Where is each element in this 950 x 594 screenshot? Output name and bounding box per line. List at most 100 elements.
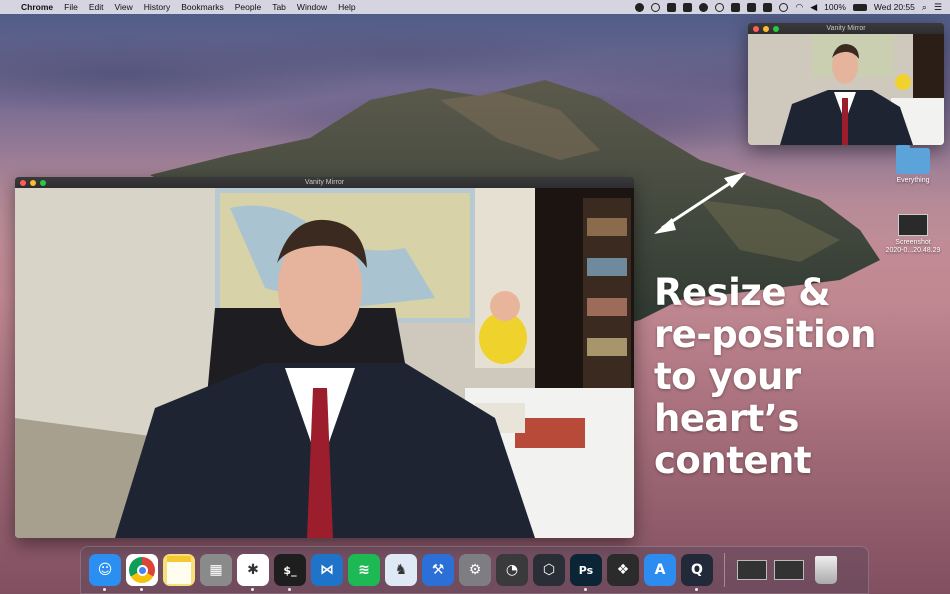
dock-app-transmit[interactable]: ♞ (385, 554, 417, 586)
dock-app-quicktime[interactable]: Q (681, 554, 713, 591)
running-indicator (251, 588, 254, 591)
dock-item-vanity-mirror[interactable] (736, 554, 768, 586)
dock-app-finder[interactable]: ☺ (89, 554, 121, 591)
running-indicator (103, 588, 106, 591)
running-indicator (695, 588, 698, 591)
dock-app-spotify[interactable]: ≋ (348, 554, 380, 586)
status-k-icon[interactable] (747, 2, 757, 12)
dock-app-system-preferences[interactable]: ⚙ (459, 554, 491, 586)
dropbox-icon[interactable] (667, 2, 677, 12)
mini-window-title: Vanity Mirror (826, 25, 866, 32)
screen-thumb-icon (774, 560, 804, 580)
dock-item-trash[interactable] (810, 554, 842, 586)
dock-app-instruments[interactable]: ◔ (496, 554, 528, 586)
app-store-icon: A (654, 562, 666, 578)
status-app-icon[interactable] (635, 2, 645, 12)
desktop-item-sublabel: 2020-0...20.48.29 (885, 247, 941, 254)
desktop-item-screenshot[interactable]: Screenshot 2020-0...20.48.29 (877, 214, 949, 255)
dock-app-sketch-tool[interactable]: ⬡ (533, 554, 565, 586)
desktop-item-label: Screenshot (895, 239, 931, 246)
menu-view[interactable]: View (114, 2, 132, 12)
dock-app-photoshop[interactable]: Ps (570, 554, 602, 591)
clock[interactable]: Wed 20:55 (874, 2, 915, 12)
dock-app-xcode[interactable]: ⚒ (422, 554, 454, 586)
chess-knight-icon: ♞ (394, 562, 408, 578)
folder-icon (896, 145, 930, 174)
menu-history[interactable]: History (144, 2, 170, 12)
status-contrast-icon[interactable] (715, 2, 725, 12)
desktop-item-label: Everything (896, 177, 930, 184)
chrome-icon (129, 557, 155, 583)
airplay-icon[interactable] (763, 2, 773, 12)
menu-file[interactable]: File (64, 2, 78, 12)
status-circle-icon[interactable] (651, 2, 661, 12)
calculator-icon: ▦ (209, 562, 223, 578)
headline-line-1: Resize & (654, 271, 831, 314)
camera-image (15, 188, 634, 538)
dock-app-app-store[interactable]: A (644, 554, 676, 586)
running-indicator (140, 588, 143, 591)
headline-line-2: re-position (654, 313, 876, 356)
camera-feed (15, 188, 634, 538)
dock-app-chrome[interactable] (126, 554, 158, 591)
control-center-icon[interactable]: ☰ (934, 2, 942, 13)
mini-window-titlebar[interactable]: Vanity Mirror (748, 23, 944, 34)
dock-item-screen-thumb[interactable] (773, 554, 805, 586)
menu-bookmarks[interactable]: Bookmarks (181, 2, 224, 12)
running-indicator (584, 588, 587, 591)
dock-app-slack[interactable]: ✱ (237, 554, 269, 591)
dock: ☺ ▦ ✱ $_ ⋈ ≋ ♞ ⚒ ⚙ ◔ ⬡ Ps ❖ A Q (80, 546, 869, 594)
status-upload-icon[interactable] (731, 2, 741, 12)
dock-app-figma[interactable]: ❖ (607, 554, 639, 586)
gauge-icon: ◔ (505, 562, 519, 578)
wifi-icon[interactable]: ◠ (795, 2, 803, 13)
status-sync-icon[interactable] (779, 2, 789, 12)
status-shield-icon[interactable] (683, 2, 693, 12)
slack-icon: ✱ (247, 562, 259, 578)
battery-icon[interactable] (852, 3, 867, 11)
status-leaf-icon[interactable] (699, 2, 709, 12)
headline-line-4: content (654, 439, 812, 482)
menu-tab[interactable]: Tab (272, 2, 286, 12)
menu-app-name[interactable]: Chrome (21, 2, 53, 12)
dock-app-notes[interactable] (163, 554, 195, 586)
mini-camera-feed (748, 34, 944, 145)
screenshot-thumb-icon (898, 214, 928, 236)
vscode-icon: ⋈ (320, 562, 334, 578)
vanity-mirror-mini-window[interactable]: Vanity Mirror (748, 23, 944, 145)
battery-percent[interactable]: 100% (824, 2, 846, 12)
mini-camera-image (748, 34, 944, 145)
menu-edit[interactable]: Edit (89, 2, 104, 12)
resize-double-arrow-icon (654, 172, 746, 234)
video-thumb-icon (737, 560, 767, 580)
menu-window[interactable]: Window (297, 2, 327, 12)
dock-app-calculator[interactable]: ▦ (200, 554, 232, 586)
menu-people[interactable]: People (235, 2, 261, 12)
dock-separator (724, 553, 725, 587)
promo-headline: Resize & re-position to your heart’s con… (654, 272, 950, 482)
terminal-icon: $_ (283, 563, 297, 577)
desktop-item-everything[interactable]: Everything (887, 145, 939, 185)
dock-app-vscode[interactable]: ⋈ (311, 554, 343, 586)
vanity-mirror-window[interactable]: Vanity Mirror (15, 177, 634, 538)
dock-app-terminal[interactable]: $_ (274, 554, 306, 591)
quicktime-icon: Q (691, 562, 703, 578)
menu-help[interactable]: Help (338, 2, 355, 12)
xcode-icon: ⚒ (431, 562, 445, 578)
spotify-icon: ≋ (358, 562, 370, 578)
figma-icon: ❖ (616, 562, 630, 578)
trash-icon (815, 556, 837, 584)
running-indicator (288, 588, 291, 591)
notes-icon (167, 556, 191, 584)
finder-icon: ☺ (97, 562, 113, 578)
gear-icon: ⚙ (468, 562, 482, 578)
status-menus: ◠ ◀︎ 100% Wed 20:55 ⌕ ☰ (635, 0, 942, 14)
photoshop-icon: Ps (578, 563, 594, 577)
window-titlebar[interactable]: Vanity Mirror (15, 177, 634, 188)
spotlight-search-icon[interactable]: ⌕ (922, 2, 927, 13)
volume-icon[interactable]: ◀︎ (810, 2, 817, 13)
headline-line-3: to your heart’s (654, 355, 801, 440)
menu-bar: Chrome File Edit View History Bookmarks … (0, 0, 950, 14)
hexagon-icon: ⬡ (542, 562, 556, 578)
window-title: Vanity Mirror (304, 179, 345, 186)
